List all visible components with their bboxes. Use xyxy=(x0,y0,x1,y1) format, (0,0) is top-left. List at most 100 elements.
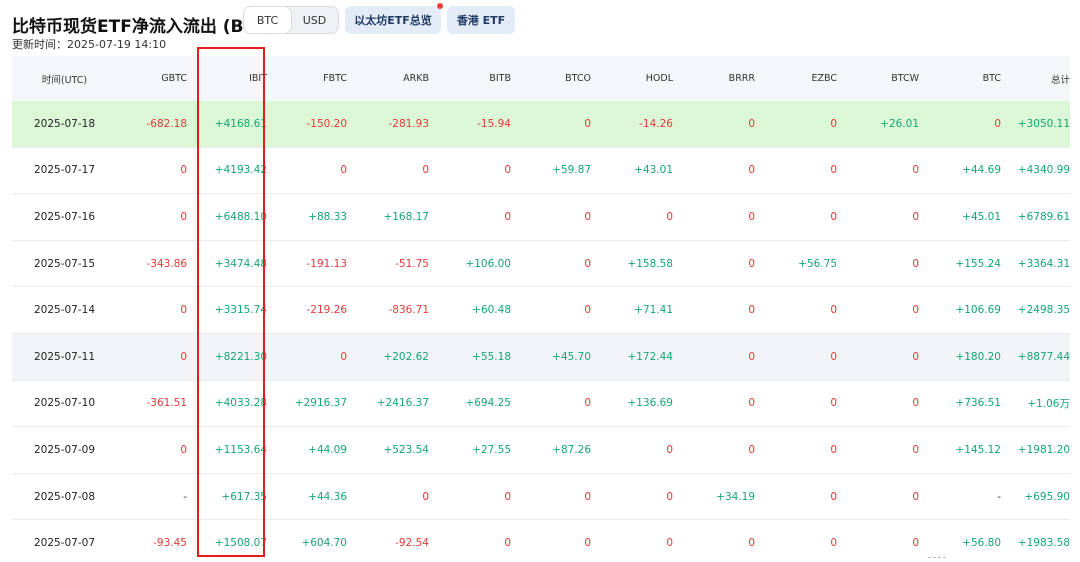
value-cell-fbtc: +604.70 xyxy=(301,537,347,550)
value-cell-bitb: +694.25 xyxy=(465,397,511,410)
table-row[interactable]: 2025-07-10 -361.51 +4033.28 +2916.37 +2416.3… xyxy=(12,381,1070,428)
value-cell-ibit: +3315.74 xyxy=(214,304,267,317)
value-cell-hodl: 0 xyxy=(666,443,673,456)
value-cell-btco: +87.26 xyxy=(552,443,591,456)
value-cell-brrr: 0 xyxy=(748,350,755,363)
value-cell-ezbc: 0 xyxy=(830,350,837,363)
scroll-hint xyxy=(928,557,946,561)
value-cell-总计: +6789.61 xyxy=(1017,210,1070,223)
eth-etf-overview-button[interactable]: 以太坊ETF总览 xyxy=(345,3,443,34)
value-cell-btcw: 0 xyxy=(912,304,919,317)
value-cell-hodl: -14.26 xyxy=(639,117,673,130)
hk-etf-label: 香港 ETF xyxy=(456,14,506,27)
value-cell-hodl: 0 xyxy=(666,490,673,503)
table-row[interactable]: 2025-07-15 -343.86 +3474.48 -191.13 -51.75 +1… xyxy=(12,241,1070,288)
value-cell-gbtc: 0 xyxy=(180,210,187,223)
value-cell-ezbc: 0 xyxy=(830,537,837,550)
value-cell-bitb: +55.18 xyxy=(472,350,511,363)
value-cell-btcw: 0 xyxy=(912,257,919,270)
value-cell-fbtc: -219.26 xyxy=(306,304,347,317)
table-row[interactable]: 2025-07-08 - +617.35 +44.36 0 0 0 0 +34.19 0 0 - +69… xyxy=(12,474,1070,521)
hk-etf-button[interactable]: 香港 ETF xyxy=(447,6,515,34)
date-cell: 2025-07-09 xyxy=(33,443,96,456)
table-row[interactable]: 2025-07-11 0 +8221.30 0 +202.62 +55.18 +45.70 +… xyxy=(12,333,1070,381)
column-header-btco: BTCO xyxy=(565,73,591,84)
value-cell-gbtc: 0 xyxy=(180,164,187,177)
value-cell-btc: - xyxy=(997,490,1001,503)
value-cell-btco: +59.87 xyxy=(552,164,591,177)
value-cell-ibit: +3474.48 xyxy=(214,257,267,270)
unit-usd-button[interactable]: USD xyxy=(291,7,338,33)
value-cell-ezbc: +56.75 xyxy=(798,257,837,270)
value-cell-ibit: +4033.28 xyxy=(214,397,267,410)
value-cell-bitb: -15.94 xyxy=(477,117,511,130)
column-header-btc: BTC xyxy=(982,73,1001,84)
value-cell-brrr: 0 xyxy=(748,257,755,270)
value-cell-总计: +695.90 xyxy=(1024,490,1070,503)
column-header-gbtc: GBTC xyxy=(161,73,187,84)
value-cell-btcw: 0 xyxy=(912,537,919,550)
value-cell-fbtc: -150.20 xyxy=(306,117,347,130)
value-cell-btco: 0 xyxy=(584,210,591,223)
value-cell-btcw: 0 xyxy=(912,397,919,410)
value-cell-arkb: 0 xyxy=(422,490,429,503)
eth-etf-overview-label: 以太坊ETF总览 xyxy=(354,14,432,27)
unit-toggle[interactable]: BTC USD xyxy=(243,6,339,34)
value-cell-fbtc: +44.36 xyxy=(308,490,347,503)
value-cell-gbtc: -93.45 xyxy=(153,537,187,550)
value-cell-btcw: 0 xyxy=(912,210,919,223)
value-cell-gbtc: 0 xyxy=(180,443,187,456)
value-cell-bitb: +27.55 xyxy=(472,443,511,456)
value-cell-hodl: +43.01 xyxy=(634,164,673,177)
value-cell-brrr: 0 xyxy=(748,164,755,177)
column-header-date: 时间(UTC) xyxy=(41,74,88,86)
date-cell: 2025-07-10 xyxy=(33,397,96,410)
value-cell-brrr: 0 xyxy=(748,537,755,550)
table-header-row: 时间(UTC) GBTC IBIT FBTC ARKB BITB BTCO HODL BRRR E… xyxy=(12,56,1070,101)
value-cell-fbtc: +88.33 xyxy=(308,210,347,223)
value-cell-fbtc: -191.13 xyxy=(306,257,347,270)
date-cell: 2025-07-14 xyxy=(33,304,96,317)
table-row[interactable]: 2025-07-09 0 +1153.64 +44.09 +523.54 +27.55 +8… xyxy=(12,427,1070,474)
column-header-btcw: BTCW xyxy=(891,73,919,84)
unit-btc-button[interactable]: BTC xyxy=(244,7,291,33)
value-cell-hodl: +136.69 xyxy=(627,397,673,410)
value-cell-ezbc: 0 xyxy=(830,164,837,177)
value-cell-btc: +736.51 xyxy=(955,397,1001,410)
value-cell-hodl: 0 xyxy=(666,210,673,223)
value-cell-bitb: +106.00 xyxy=(465,257,511,270)
value-cell-btc: +45.01 xyxy=(962,210,1001,223)
value-cell-arkb: +202.62 xyxy=(383,350,429,363)
value-cell-btcw: 0 xyxy=(912,350,919,363)
value-cell-bitb: 0 xyxy=(504,164,511,177)
value-cell-arkb: +523.54 xyxy=(383,443,429,456)
value-cell-总计: +4340.99 xyxy=(1017,164,1070,177)
header: 比特币现货ETF净流入流出 (BTC) 更新时间：2025-07-19 14:1… xyxy=(0,0,1080,56)
table-row[interactable]: 2025-07-14 0 +3315.74 -219.26 -836.71 +60.48 0… xyxy=(12,287,1070,334)
table-row[interactable]: 2025-07-18 -682.18 +4168.61 -150.20 -281.93 -… xyxy=(12,101,1070,148)
table-row[interactable]: 2025-07-16 0 +6488.10 +88.33 +168.17 0 0 0 0 0 0 +4… xyxy=(12,194,1070,241)
table-row[interactable]: 2025-07-07 -93.45 +1508.07 +604.70 -92.54 0 0 0… xyxy=(12,520,1070,562)
value-cell-gbtc: - xyxy=(183,490,187,503)
value-cell-ezbc: 0 xyxy=(830,490,837,503)
date-cell: 2025-07-16 xyxy=(33,210,96,223)
value-cell-总计: +8877.44 xyxy=(1017,350,1070,363)
value-cell-ezbc: 0 xyxy=(830,117,837,130)
value-cell-bitb: +60.48 xyxy=(472,304,511,317)
value-cell-arkb: +168.17 xyxy=(383,210,429,223)
value-cell-btcw: 0 xyxy=(912,443,919,456)
value-cell-ibit: +4193.42 xyxy=(214,164,267,177)
value-cell-brrr: 0 xyxy=(748,210,755,223)
date-cell: 2025-07-07 xyxy=(33,537,96,550)
value-cell-btco: 0 xyxy=(584,117,591,130)
value-cell-btcw: 0 xyxy=(912,164,919,177)
column-header-fbtc: FBTC xyxy=(323,73,347,84)
value-cell-btcw: 0 xyxy=(912,490,919,503)
value-cell-fbtc: 0 xyxy=(340,350,347,363)
date-cell: 2025-07-15 xyxy=(33,257,96,270)
date-cell: 2025-07-18 xyxy=(33,117,96,130)
value-cell-ibit: +6488.10 xyxy=(214,210,267,223)
table-row[interactable]: 2025-07-17 0 +4193.42 0 0 0 +59.87 +43.01 0 0 0 +44… xyxy=(12,148,1070,195)
value-cell-gbtc: -343.86 xyxy=(146,257,187,270)
value-cell-ibit: +1508.07 xyxy=(214,537,267,550)
